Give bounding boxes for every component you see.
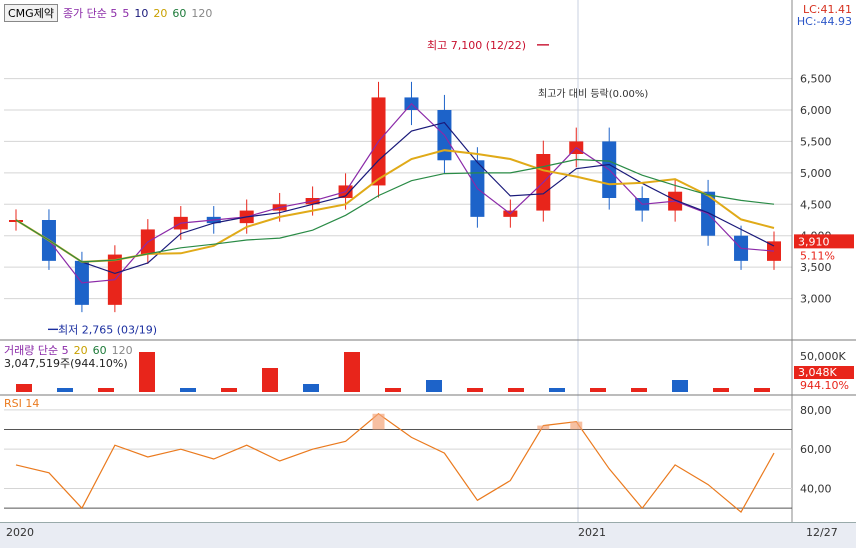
last-change-label: 5.11% [800,249,835,262]
ma5-label[interactable]: 5 [122,7,129,20]
rsi-tick-label: 80,00 [800,404,832,417]
price-legend: CMG제약 종가 단순 5 5 10 20 60 120 [4,4,212,22]
stock-name-box[interactable]: CMG제약 [4,4,58,22]
volume-current-text: 3,047,519주(944.10%) [4,357,128,370]
rsi-overbought-fill [372,413,385,430]
date-label-2021: 2021 [578,526,606,539]
price-indicator-label[interactable]: 종가 단순 5 [63,5,117,21]
volume-bar [139,352,155,392]
volume-bar [180,388,196,392]
price-tick-label: 4,500 [800,198,832,211]
rsi-overbought-fill [537,425,550,430]
rsi-line [15,413,775,514]
volume-bar [754,388,770,392]
volume-bar [221,388,237,392]
volume-bar [467,388,483,392]
price-tick-label: 3,500 [800,261,832,274]
volume-bar [713,388,729,392]
ma120-label[interactable]: 120 [191,7,212,20]
rsi-tick-label: 60,00 [800,443,832,456]
ma5-line [15,102,775,284]
rsi-indicator-label[interactable]: RSI 14 [4,397,39,410]
volume-pct-label: 944.10% [800,379,849,392]
volume-bar [16,384,32,392]
volume-bar [57,388,73,392]
volume-bar [672,380,688,392]
ma60-label[interactable]: 60 [172,7,186,20]
stock-chart-window: 3,0003,5004,0004,5005,0005,5006,0006,500… [0,0,856,548]
price-tick-label: 6,500 [800,73,832,86]
rsi-tick-label: 40,00 [800,483,832,496]
rsi-overbought-fill [570,421,583,430]
volume-bar [549,388,565,392]
volume-bar [631,388,647,392]
hc-readout: HC:-44.93 [796,15,852,28]
price-tick-label: 5,000 [800,167,832,180]
volume-bar [98,388,114,392]
ma20-line [15,149,775,263]
date-label-2020: 2020 [6,526,34,539]
ma20-label[interactable]: 20 [153,7,167,20]
price-tick-label: 5,500 [800,135,832,148]
chart-canvas[interactable]: 3,0003,5004,0004,5005,0005,5006,0006,500… [0,0,856,548]
volume-tick-label: 50,000K [800,350,846,363]
volume-bar [508,388,524,392]
volume-bar [344,352,360,392]
volume-bar [385,388,401,392]
last-price-label: 3,910 [798,235,830,248]
ma10-line [15,121,775,275]
ratio-annotation: 최고가 대비 등락(0.00%) [538,88,648,100]
date-axis[interactable]: 2020 2021 12/27 [0,522,856,548]
volume-bar [590,388,606,392]
price-tick-label: 3,000 [800,293,832,306]
volume-bar [262,368,278,392]
rsi-legend: RSI 14 [4,397,39,410]
date-label-end: 12/27 [806,526,838,539]
volume-bar [426,380,442,392]
low-price-annotation: 최저 2,765 (03/19) [58,323,157,336]
ma60-line [15,158,775,263]
price-tick-label: 6,000 [800,104,832,117]
high-price-annotation: 최고 7,100 (12/22) [427,39,526,52]
volume-last-label: 3,048K [798,366,837,379]
volume-bar [303,384,319,392]
ma10-label[interactable]: 10 [134,7,148,20]
